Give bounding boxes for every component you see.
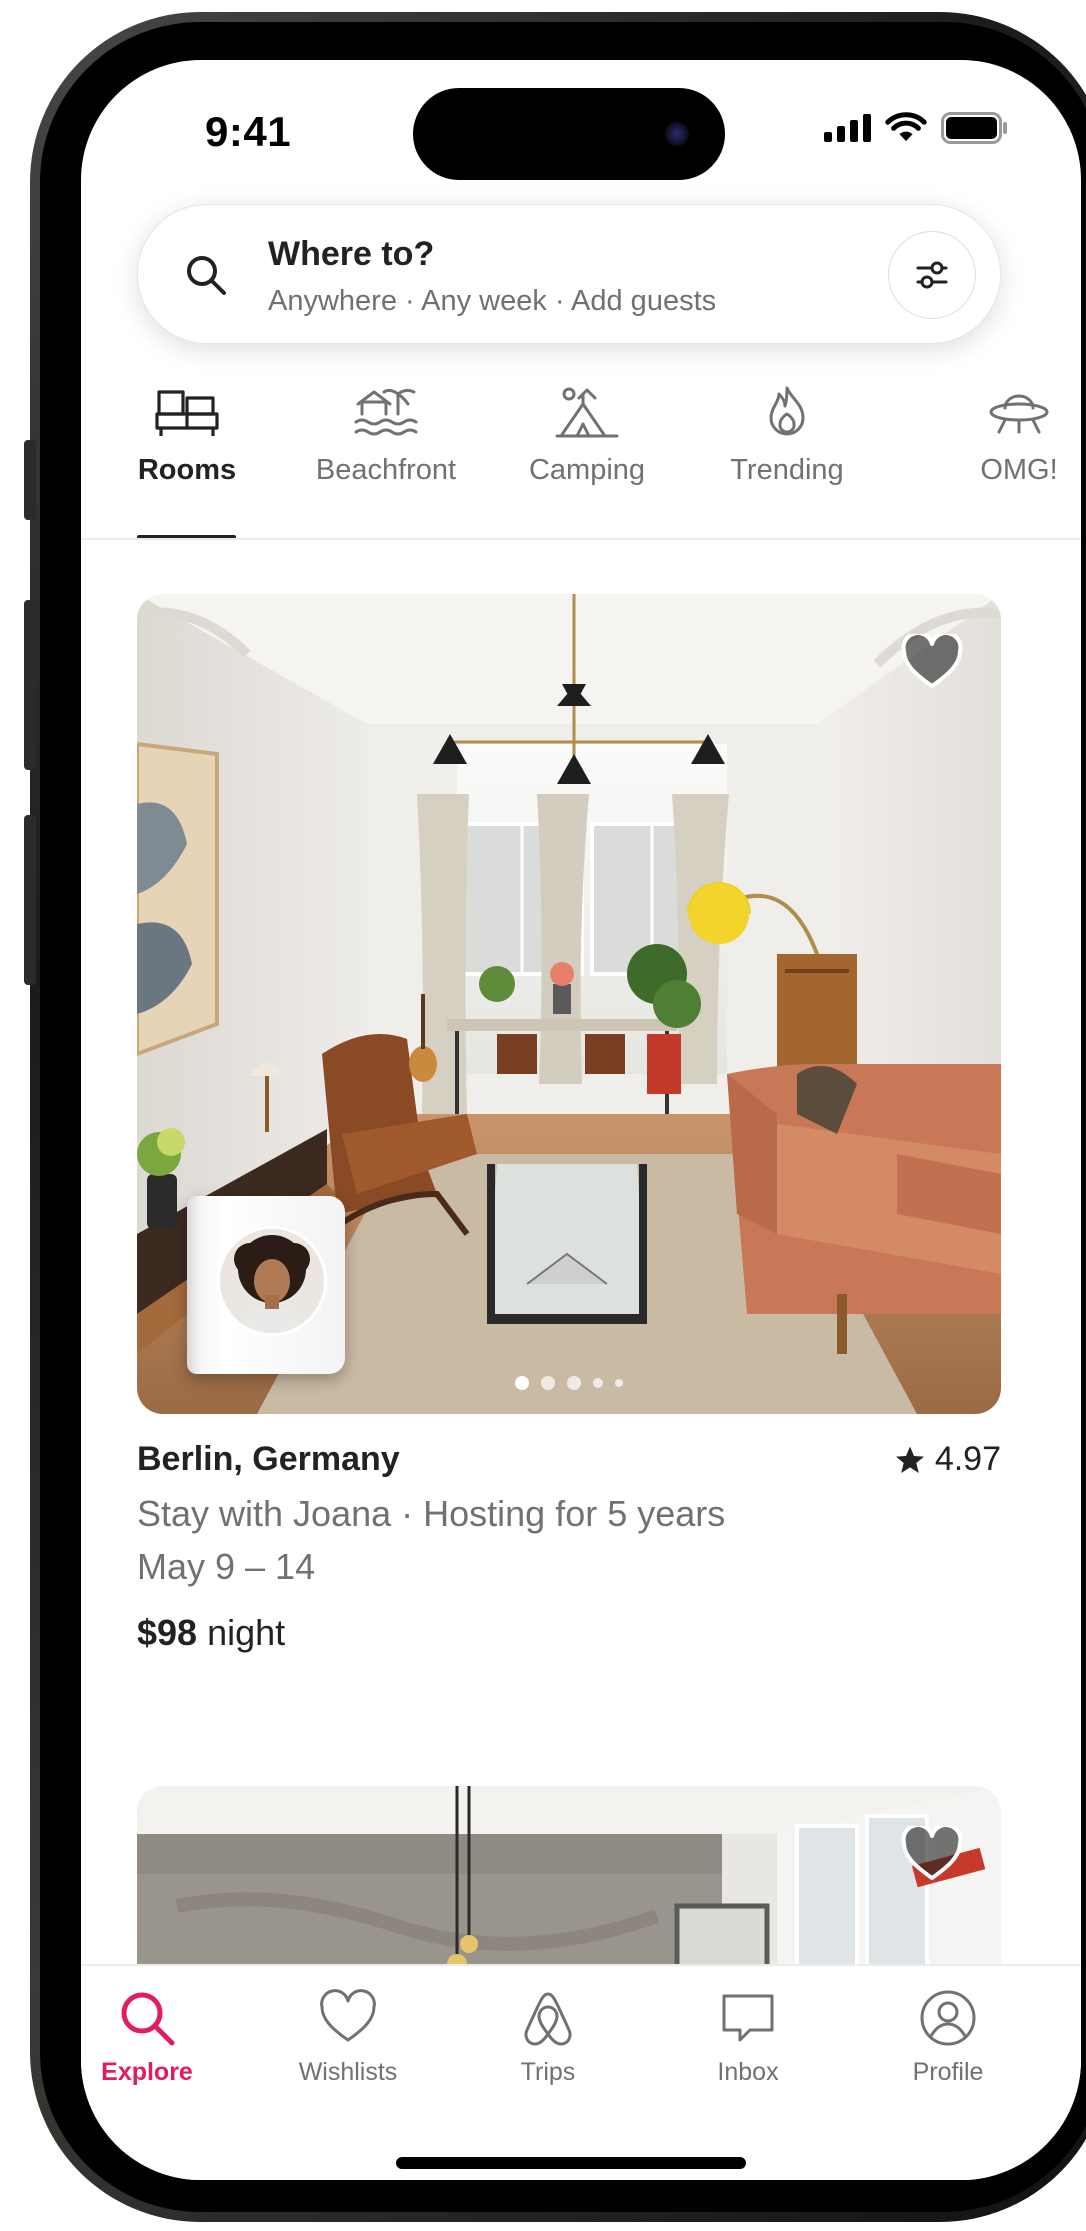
nav-wishlists[interactable]: Wishlists — [268, 1988, 428, 2087]
listing-dates: May 9 – 14 — [137, 1546, 316, 1587]
search-subtitle: Anywhere · Any week · Add guests — [268, 285, 717, 317]
pagination-dot[interactable] — [593, 1378, 603, 1388]
dynamic-island — [413, 88, 725, 180]
listing-photo[interactable] — [137, 594, 1001, 1414]
pagination-dot[interactable] — [567, 1376, 581, 1390]
host-badge[interactable] — [187, 1196, 345, 1374]
app-screen: 9:41 Where to? Anywhere · Any week · Add… — [81, 60, 1081, 2180]
category-bar: Rooms Beachfront Camping Trending OMG! — [81, 378, 1081, 539]
listing-location[interactable]: Berlin, Germany — [137, 1440, 400, 1479]
star-icon — [895, 1446, 924, 1473]
omg-ufo-icon — [989, 394, 1049, 434]
pagination-dot[interactable] — [515, 1376, 529, 1390]
category-rooms[interactable]: Rooms — [137, 378, 237, 538]
rating-value: 4.97 — [934, 1440, 1001, 1478]
wishlist-button[interactable] — [901, 631, 963, 695]
listing-host-info: Stay with Joana · Hosting for 5 years — [137, 1493, 726, 1534]
battery-icon — [941, 112, 1007, 144]
mute-switch — [24, 440, 36, 520]
nav-explore[interactable]: Explore — [81, 1988, 227, 2087]
photo-pagination — [137, 1376, 1001, 1390]
nav-label: Wishlists — [298, 2058, 398, 2086]
search-icon — [121, 1992, 175, 2046]
pagination-dot[interactable] — [615, 1379, 623, 1387]
trending-flame-icon — [769, 386, 805, 436]
wifi-icon — [885, 112, 927, 141]
nav-label: Profile — [912, 2058, 984, 2086]
nav-label: Trips — [520, 2058, 576, 2086]
divider — [81, 538, 1081, 540]
category-beachfront[interactable]: Beachfront — [306, 378, 466, 538]
price-unit: night — [207, 1612, 286, 1653]
wishlist-button[interactable] — [901, 1823, 963, 1887]
volume-up-button — [24, 600, 36, 770]
bottom-navigation: Explore Wishlists Trips Inbox Profile — [81, 1964, 1081, 2180]
profile-icon — [920, 1990, 976, 2046]
category-omg[interactable]: OMG! — [949, 378, 1081, 538]
search-icon — [187, 256, 226, 295]
camping-icon — [555, 387, 619, 438]
nav-profile[interactable]: Profile — [868, 1988, 1028, 2087]
filter-icon — [916, 261, 948, 289]
host-portrait-image — [220, 1229, 324, 1333]
price-amount: $98 — [137, 1612, 198, 1653]
status-icons — [824, 112, 1009, 144]
message-icon — [722, 1994, 774, 2042]
airbnb-logo-icon — [524, 1992, 572, 2046]
rooms-icon — [155, 390, 219, 436]
listing-rating: 4.97 — [895, 1440, 1001, 1479]
heart-icon — [320, 1989, 376, 2042]
category-label: Camping — [528, 454, 646, 486]
search-title: Where to? — [268, 235, 435, 273]
search-bar[interactable]: Where to? Anywhere · Any week · Add gues… — [137, 204, 1001, 344]
category-camping[interactable]: Camping — [507, 378, 667, 538]
category-label: Trending — [730, 454, 844, 486]
front-camera — [665, 122, 689, 146]
cellular-signal-icon — [824, 114, 871, 142]
nav-label: Explore — [101, 2058, 193, 2086]
host-avatar — [217, 1226, 327, 1336]
category-label: Rooms — [137, 454, 237, 486]
category-trending[interactable]: Trending — [707, 378, 867, 538]
pagination-dot[interactable] — [541, 1376, 555, 1390]
nav-label: Inbox — [717, 2058, 779, 2086]
listing-price: $98 night — [137, 1612, 285, 1654]
home-indicator[interactable] — [396, 2157, 746, 2169]
beachfront-icon — [354, 388, 418, 436]
nav-inbox[interactable]: Inbox — [668, 1988, 828, 2087]
heart-icon — [901, 1823, 963, 1880]
category-label: Beachfront — [315, 454, 457, 486]
status-time: 9:41 — [205, 108, 292, 155]
category-label: OMG! — [980, 454, 1058, 486]
heart-icon — [901, 631, 963, 688]
nav-trips[interactable]: Trips — [468, 1988, 628, 2087]
volume-down-button — [24, 815, 36, 985]
filter-button[interactable] — [888, 231, 976, 319]
